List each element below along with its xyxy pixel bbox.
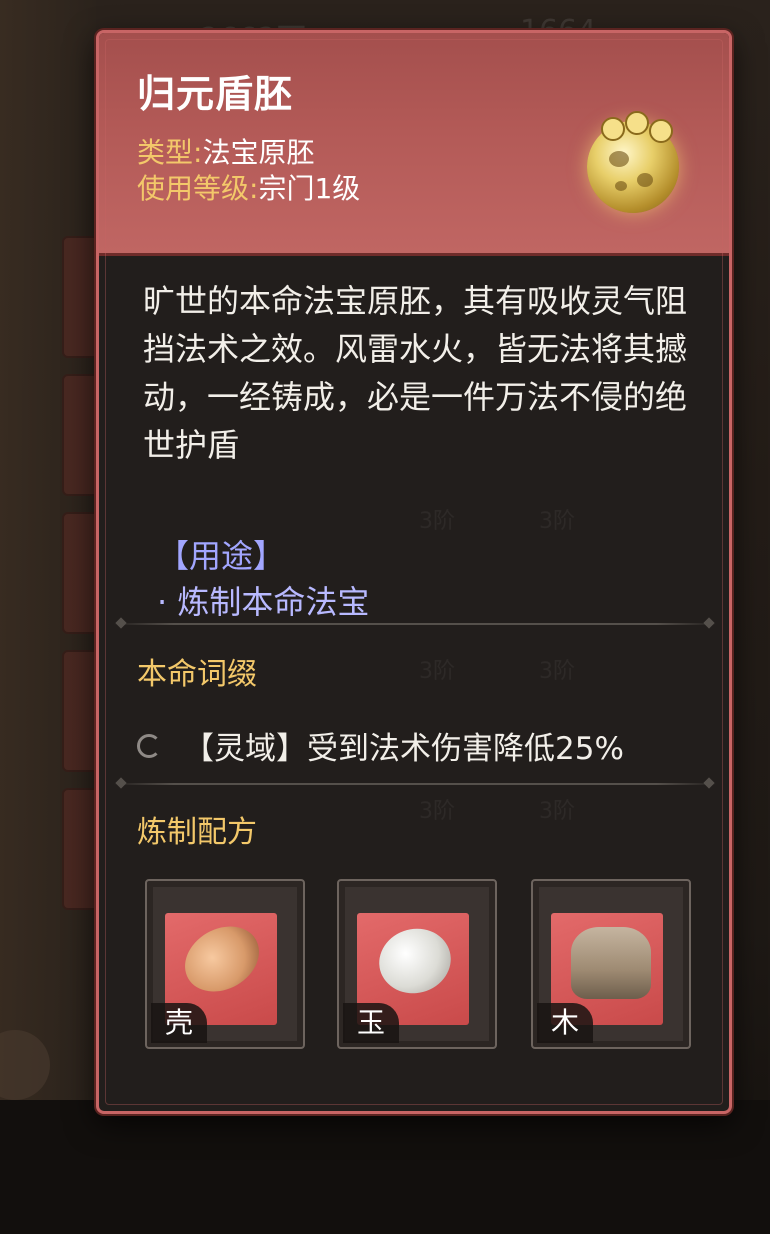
jade-icon [371, 920, 459, 1002]
background-slot [62, 374, 100, 496]
wood-stump-icon [571, 927, 651, 999]
background-slot [62, 512, 100, 634]
material-label: 木 [537, 1003, 593, 1043]
golden-orb-icon [587, 111, 679, 213]
shell-icon [173, 913, 271, 1005]
recipe-material-shell[interactable]: 壳 [145, 879, 305, 1049]
section-divider [113, 623, 717, 625]
item-detail-panel: 归元盾胚 类型:法宝原胚 使用等级:宗门1级 3阶 3阶 3阶 3阶 3阶 3阶… [96, 30, 732, 1114]
section-divider [113, 783, 717, 785]
item-level-row: 使用等级:宗门1级 [137, 167, 360, 207]
recipe-material-wood[interactable]: 木 [531, 879, 691, 1049]
swirl-icon [137, 733, 161, 758]
item-type-row: 类型:法宝原胚 [137, 131, 314, 171]
affix-title: 本命词缀 [137, 657, 257, 692]
item-header: 归元盾胚 类型:法宝原胚 使用等级:宗门1级 [99, 33, 729, 256]
background-slot [62, 236, 100, 358]
usage-title: 【用途】 [157, 537, 286, 575]
item-level-value: 宗门1级 [258, 172, 361, 205]
affix-row: 【灵域】受到法术伤害降低25% [137, 723, 624, 768]
item-description: 旷世的本命法宝原胚，其有吸收灵气阻挡法术之效。风雷水火，皆无法将其撼动，一经铸成… [143, 282, 688, 464]
item-name: 归元盾胚 [137, 72, 294, 116]
recipe-title: 炼制配方 [137, 815, 257, 850]
material-label: 玉 [343, 1003, 399, 1043]
usage-item: · 炼制本命法宝 [157, 583, 370, 621]
item-level-label: 使用等级: [137, 172, 259, 205]
background-slot [62, 650, 100, 772]
background-floor [0, 1100, 770, 1234]
material-label: 壳 [151, 1003, 207, 1043]
item-type-label: 类型: [137, 136, 203, 169]
affix-text: 【灵域】受到法术伤害降低25% [183, 731, 624, 767]
item-type-value: 法宝原胚 [202, 136, 315, 169]
recipe-material-jade[interactable]: 玉 [337, 879, 497, 1049]
background-slot [62, 788, 100, 910]
